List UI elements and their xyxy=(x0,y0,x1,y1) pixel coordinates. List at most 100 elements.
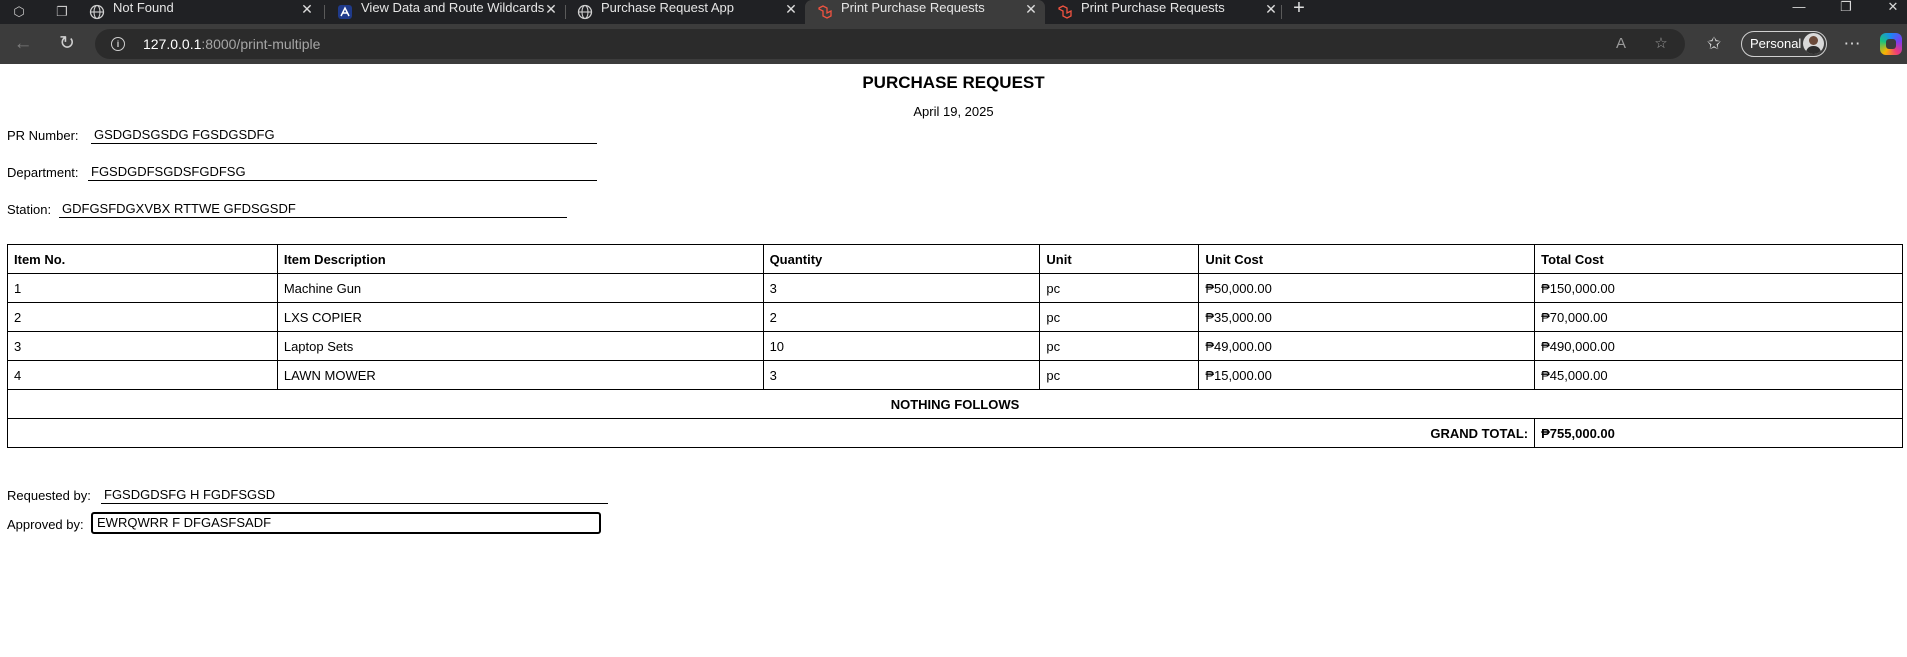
info-icon[interactable]: i xyxy=(111,37,125,51)
restore-icon[interactable]: ❐ xyxy=(1835,0,1857,18)
tab-actions-icon[interactable]: ❐ xyxy=(53,3,71,21)
laravel-a-icon xyxy=(338,5,352,19)
item-description: LXS COPIER xyxy=(276,302,764,332)
item-quantity: 3 xyxy=(762,360,1041,390)
item-unit-cost: ₱49,000.00 xyxy=(1198,331,1536,361)
table-row: 4 LAWN MOWER 3 pc ₱15,000.00 ₱45,000.00 xyxy=(7,360,1903,390)
tab-view-data[interactable]: View Data and Route Wildcards ✕ xyxy=(325,0,565,24)
item-quantity: 2 xyxy=(762,302,1041,332)
address-bar[interactable]: i 127.0.0.1:8000/print-multiple A ☆ xyxy=(95,29,1685,59)
page-title: PURCHASE REQUEST xyxy=(862,73,1045,92)
url-path: :8000/print-multiple xyxy=(201,36,321,52)
close-icon[interactable]: ✕ xyxy=(783,1,799,19)
close-icon[interactable]: ✕ xyxy=(1263,1,1279,19)
approved-by-label: Approved by: xyxy=(7,517,84,532)
nothing-follows: NOTHING FOLLOWS xyxy=(7,389,1903,419)
laravel-icon xyxy=(818,5,832,19)
grand-total-label: GRAND TOTAL: xyxy=(6,418,1536,448)
station-field: Station: GDFGSFDGXVBX RTTWE GFDSGSDF xyxy=(7,201,567,218)
department-field: Department: FGSDGDFSGDSFGDFSG xyxy=(7,164,597,181)
tab-title: Not Found xyxy=(113,0,174,15)
pr-number-label: PR Number: xyxy=(7,128,79,143)
pr-number-value: GSDGDSGSDG FGSDGSDFG xyxy=(91,126,597,144)
column-header: Item No. xyxy=(7,244,278,274)
url-host: 127.0.0.1 xyxy=(143,36,202,52)
workspaces-icon[interactable]: ⬡ xyxy=(10,3,28,21)
tab-print-active[interactable]: Print Purchase Requests ✕ xyxy=(805,0,1045,24)
requested-by-field: Requested by: FGSDGDSFG H FGDFSGSD xyxy=(7,487,608,504)
profile-label: Personal xyxy=(1750,36,1802,51)
minimize-icon[interactable]: — xyxy=(1788,0,1810,18)
back-arrow-icon[interactable]: ← xyxy=(10,31,36,57)
close-window-icon[interactable]: ✕ xyxy=(1882,0,1904,18)
table-row: 2 LXS COPIER 2 pc ₱35,000.00 ₱70,000.00 xyxy=(7,302,1903,332)
more-menu-icon[interactable]: ⋯ xyxy=(1840,32,1864,56)
globe-icon xyxy=(577,4,593,20)
globe-icon xyxy=(89,4,105,20)
close-icon[interactable]: ✕ xyxy=(543,1,559,19)
item-total-cost: ₱150,000.00 xyxy=(1534,273,1903,303)
item-total-cost: ₱45,000.00 xyxy=(1534,360,1903,390)
column-header: Quantity xyxy=(762,244,1041,274)
url-text[interactable]: 127.0.0.1:8000/print-multiple xyxy=(143,36,320,52)
table-row: 1 Machine Gun 3 pc ₱50,000.00 ₱150,000.0… xyxy=(7,273,1903,303)
station-label: Station: xyxy=(7,202,52,217)
copilot-icon[interactable] xyxy=(1880,33,1902,55)
browser-toolbar: ← ↻ i 127.0.0.1:8000/print-multiple A ☆ … xyxy=(0,24,1907,64)
requested-by-value: FGSDGDSFG H FGDFSGSD xyxy=(101,486,608,504)
item-unit-cost: ₱35,000.00 xyxy=(1198,302,1536,332)
item-quantity: 10 xyxy=(762,331,1041,361)
column-header: Unit Cost xyxy=(1198,244,1536,274)
tab-print[interactable]: Print Purchase Requests ✕ xyxy=(1045,0,1285,24)
tab-title: Print Purchase Requests xyxy=(841,0,985,15)
item-total-cost: ₱70,000.00 xyxy=(1534,302,1903,332)
avatar xyxy=(1803,33,1824,54)
favorites-icon[interactable]: ✩ xyxy=(1702,32,1726,56)
tab-title: View Data and Route Wildcards xyxy=(361,0,545,15)
item-description: Machine Gun xyxy=(276,273,764,303)
tab-title: Purchase Request App xyxy=(601,0,734,15)
grand-total-value: ₱755,000.00 xyxy=(1534,418,1903,448)
item-description: Laptop Sets xyxy=(276,331,764,361)
item-no: 4 xyxy=(7,360,278,390)
tab-purchase-app[interactable]: Purchase Request App ✕ xyxy=(565,0,805,24)
item-description: LAWN MOWER xyxy=(276,360,764,390)
item-unit: pc xyxy=(1039,331,1200,361)
item-no: 1 xyxy=(7,273,278,303)
department-value: FGSDGDFSGDSFGDFSG xyxy=(88,163,597,181)
department-label: Department: xyxy=(7,165,79,180)
read-aloud-icon[interactable]: A xyxy=(1611,34,1631,54)
grand-total-row: GRAND TOTAL: ₱755,000.00 xyxy=(6,418,1903,448)
close-icon[interactable]: ✕ xyxy=(299,1,315,19)
item-unit: pc xyxy=(1039,302,1200,332)
close-icon[interactable]: ✕ xyxy=(1023,1,1039,19)
requested-by-label: Requested by: xyxy=(7,488,91,503)
approved-by-field[interactable]: EWRQWRR F DFGASFSADF xyxy=(91,512,601,534)
document-page: PURCHASE REQUEST April 19, 2025 PR Numbe… xyxy=(0,64,1907,657)
item-no: 3 xyxy=(7,331,278,361)
table-header-row: Item No. Item Description Quantity Unit … xyxy=(7,244,1903,274)
favorite-star-icon[interactable]: ☆ xyxy=(1651,34,1671,54)
column-header: Unit xyxy=(1039,244,1200,274)
item-unit: pc xyxy=(1039,273,1200,303)
column-header: Item Description xyxy=(276,244,764,274)
item-unit: pc xyxy=(1039,360,1200,390)
tab-title: Print Purchase Requests xyxy=(1081,0,1225,15)
item-no: 2 xyxy=(7,302,278,332)
item-total-cost: ₱490,000.00 xyxy=(1534,331,1903,361)
tab-strip: ⬡ ❐ Not Found ✕ View Data and Route Wild… xyxy=(0,0,1907,24)
table-row: 3 Laptop Sets 10 pc ₱49,000.00 ₱490,000.… xyxy=(7,331,1903,361)
tab-not-found[interactable]: Not Found ✕ xyxy=(77,0,321,24)
profile-button[interactable]: Personal xyxy=(1741,31,1827,57)
document-date: April 19, 2025 xyxy=(913,104,994,119)
items-table: Item No. Item Description Quantity Unit … xyxy=(6,244,1903,448)
item-unit-cost: ₱50,000.00 xyxy=(1198,273,1536,303)
item-quantity: 3 xyxy=(762,273,1041,303)
new-tab-plus-icon[interactable]: + xyxy=(1288,0,1310,20)
nothing-follows-row: NOTHING FOLLOWS xyxy=(7,389,1903,419)
column-header: Total Cost xyxy=(1534,244,1903,274)
station-value: GDFGSFDGXVBX RTTWE GFDSGSDF xyxy=(59,200,567,218)
refresh-icon[interactable]: ↻ xyxy=(54,31,80,57)
item-unit-cost: ₱15,000.00 xyxy=(1198,360,1536,390)
pr-number-field: PR Number: GSDGDSGSDG FGSDGSDFG xyxy=(7,127,597,144)
